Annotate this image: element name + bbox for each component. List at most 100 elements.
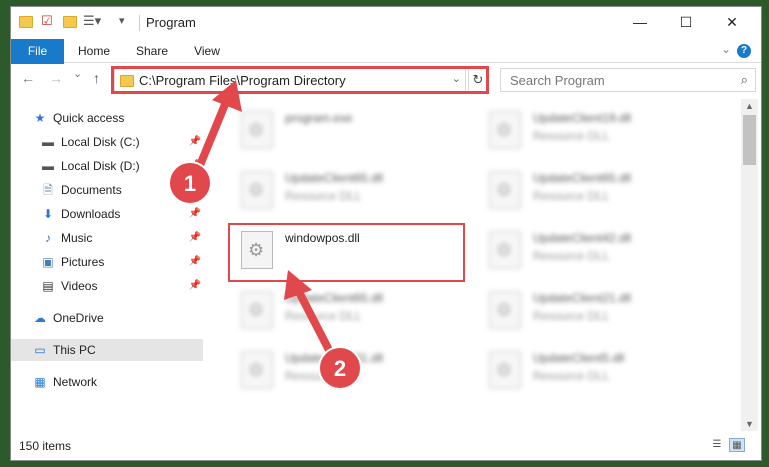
expand-ribbon-icon[interactable]: ⌄ [721,42,731,56]
pin-icon[interactable]: 📌 [189,251,201,273]
file-type: Resource DLL [533,249,610,263]
file-item[interactable]: UpdateClient19.dll Resource DLL [469,107,699,157]
back-icon[interactable]: ← [21,70,35,86]
help-icon[interactable]: ? [737,44,751,58]
file-type: Resource DLL [285,189,362,203]
sidebar-item-downloads[interactable]: ⬇ Downloads 📌 [11,203,203,225]
file-highlight-box [228,223,465,282]
tab-home[interactable]: Home [69,39,119,63]
sidebar-item-label: OneDrive [53,311,104,325]
file-item[interactable]: UpdateClient42.dll Resource DLL [469,227,699,277]
new-folder-icon[interactable] [63,16,77,28]
scroll-up-icon[interactable]: ▲ [745,101,754,111]
pin-icon[interactable]: 📌 [189,275,201,297]
drive-icon: ▬ [42,135,54,149]
music-icon: ♪ [45,231,51,245]
up-icon[interactable]: ↑ [93,70,100,86]
star-icon: ★ [34,111,46,125]
large-icons-view-icon[interactable]: ▦ [729,438,745,452]
pin-icon[interactable]: 📌 [189,155,201,177]
dll-file-icon [489,351,521,389]
file-name: UpdateClient65.dll [285,291,384,305]
quick-access-dropdown-icon[interactable]: ▾ [119,14,125,30]
file-name: UpdateClient5.dll [533,351,625,365]
sidebar-item-videos[interactable]: ▤ Videos 📌 [11,275,203,297]
dll-file-icon [489,291,521,329]
navigation-pane: ★ Quick access ▬ Local Disk (C:) 📌 ▬ Loc… [11,99,206,431]
picture-icon: ▣ [42,255,54,269]
file-name: UpdateClient65.dll [533,171,632,185]
sidebar-item-quick-access[interactable]: ★ Quick access [11,107,203,129]
pin-icon[interactable]: 📌 [189,227,201,249]
file-name: UpdateClient65.dll [285,171,384,185]
file-type: Resource DLL [533,309,610,323]
recent-locations-icon[interactable]: ⌄ [73,67,82,80]
search-input[interactable]: Search Program ⌕ [500,68,756,92]
file-item[interactable]: UpdateClient5.dll Resource DLL [469,347,699,397]
close-button[interactable]: ✕ [709,7,755,37]
dll-file-icon [489,111,521,149]
exe-file-icon [241,111,273,149]
file-item[interactable]: UpdateClient21.dll Resource DLL [469,287,699,337]
tab-share[interactable]: Share [126,39,178,63]
title-bar: ☑ ☰▾ ▾ Program — ☐ ✕ [11,7,761,39]
file-name: UpdateClient42.dll [533,231,632,245]
file-item[interactable]: UpdateClient65.dll Resource DLL [221,167,451,217]
sidebar-item-label: Documents [61,183,122,197]
forward-icon[interactable]: → [49,70,63,86]
search-icon[interactable]: ⌕ [741,72,748,88]
maximize-button[interactable]: ☐ [663,7,709,37]
file-item[interactable]: program.exe [221,107,451,157]
properties-icon[interactable]: ☑ [41,13,53,29]
scroll-thumb[interactable] [743,115,756,165]
file-name: UpdateClient21.dll [533,291,632,305]
address-highlight-box [111,66,489,94]
sidebar-item-this-pc[interactable]: ▭ This PC [11,339,203,361]
file-type: Resource DLL [533,129,610,143]
ribbon-tabs: File Home Share View ⌄ ? [11,39,761,89]
sidebar-item-label: Local Disk (D:) [61,159,140,173]
file-name: program.exe [285,111,353,125]
folder-icon[interactable] [19,16,33,28]
drive-icon: ▬ [42,159,54,173]
file-list: program.exe UpdateClient19.dll Resource … [211,99,741,431]
scroll-down-icon[interactable]: ▼ [745,419,754,429]
sidebar-item-music[interactable]: ♪ Music 📌 [11,227,203,249]
download-icon: ⬇ [42,207,54,221]
item-count: 150 items [19,439,72,453]
file-name: UpdateClient31.dll [285,351,384,365]
customize-toolbar-icon[interactable]: ☰▾ [83,13,101,29]
pin-icon[interactable]: 📌 [189,131,201,153]
sidebar-item-local-disk-c[interactable]: ▬ Local Disk (C:) 📌 [11,131,203,153]
dll-file-icon [241,291,273,329]
sidebar-item-label: Videos [61,279,98,293]
sidebar-item-pictures[interactable]: ▣ Pictures 📌 [11,251,203,273]
pin-icon[interactable]: 📌 [189,179,201,201]
sidebar-item-label: Music [61,231,93,245]
sidebar-item-onedrive[interactable]: ☁ OneDrive [11,307,203,329]
video-icon: ▤ [42,279,54,293]
pin-icon[interactable]: 📌 [189,203,201,225]
status-bar: 150 items ☰ ▦ [11,432,761,460]
cloud-icon: ☁ [34,311,46,325]
search-placeholder: Search Program [510,73,605,88]
sidebar-item-local-disk-d[interactable]: ▬ Local Disk (D:) 📌 [11,155,203,177]
details-view-icon[interactable]: ☰ [709,438,725,452]
file-item[interactable]: UpdateClient31.dll Resource DLL [221,347,451,397]
tab-view[interactable]: View [183,39,231,63]
vertical-scrollbar[interactable]: ▲ ▼ [741,99,758,431]
sidebar-item-label: Pictures [61,255,105,269]
sidebar-item-label: Local Disk (C:) [61,135,140,149]
navigation-bar: ← → ⌄ ↑ C:\Program Files\Program Directo… [11,64,761,96]
dll-file-icon [489,171,521,209]
sidebar-item-label: Network [53,375,98,389]
sidebar-item-network[interactable]: ▦ Network [11,371,203,393]
file-item[interactable]: UpdateClient65.dll Resource DLL [221,287,451,337]
file-item[interactable]: UpdateClient65.dll Resource DLL [469,167,699,217]
pc-icon: ▭ [34,343,46,357]
dll-file-icon [241,351,273,389]
sidebar-item-label: This PC [53,343,96,357]
file-type: Resource DLL [285,369,362,383]
sidebar-item-documents[interactable]: 🗎 Documents 📌 [11,179,203,201]
minimize-button[interactable]: — [617,7,663,37]
